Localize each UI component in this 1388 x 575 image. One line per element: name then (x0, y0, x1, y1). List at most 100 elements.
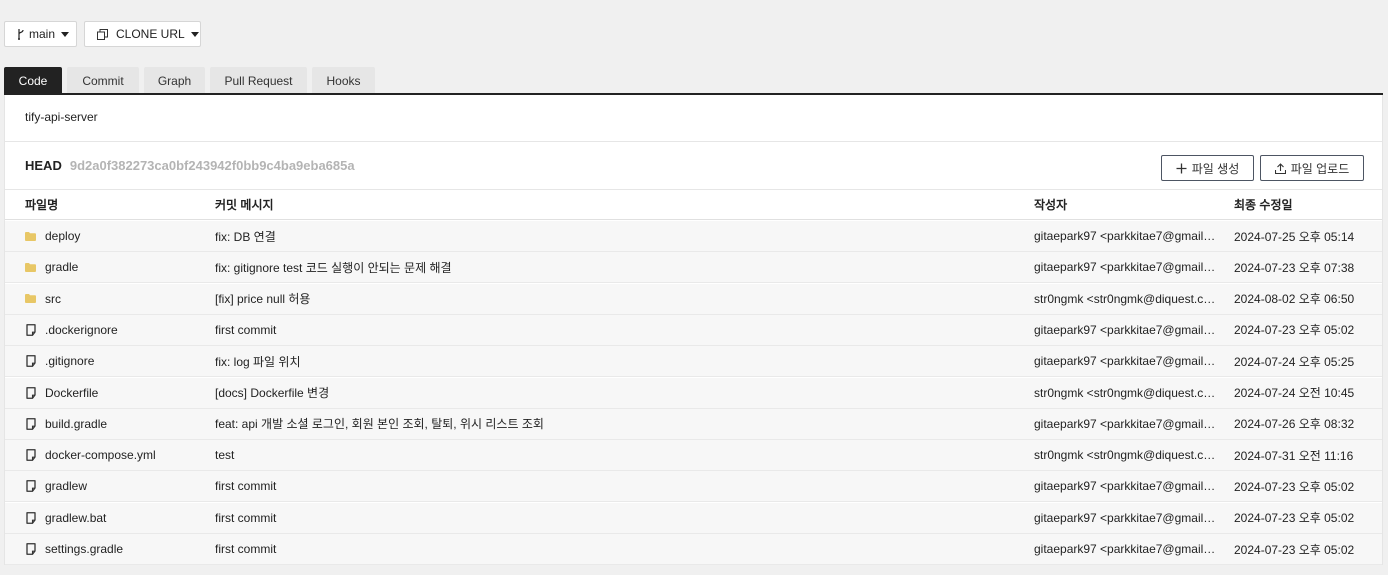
folder-icon (25, 231, 36, 241)
file-icon (25, 449, 36, 461)
toolbar: main CLONE URL (4, 21, 201, 47)
tab-hooks[interactable]: Hooks (312, 67, 375, 94)
commit-message: [docs] Dockerfile 변경 (215, 386, 330, 400)
column-header-author: 작성자 (1034, 198, 1068, 212)
copy-icon (97, 28, 108, 40)
file-name-link[interactable]: gradlew (45, 479, 87, 493)
commit-message: fix: log 파일 위치 (215, 354, 301, 369)
modified-date: 2024-07-23 오후 05:02 (1234, 479, 1355, 494)
modified-date: 2024-07-31 오전 11:16 (1234, 448, 1354, 463)
table-row[interactable]: .dockerignore first commit gitaepark97 <pa… (5, 314, 1382, 346)
table-row[interactable]: deploy fix: DB 연결 gitaepark97 <parkkitae7@… (5, 221, 1382, 252)
table-row[interactable]: gradlew first commit gitaepark97 <parkkita… (5, 471, 1382, 503)
file-icon (25, 355, 36, 368)
create-file-label: 파일 생성 (1191, 161, 1240, 176)
file-name-cell[interactable]: gradlew (25, 479, 205, 493)
create-file-button[interactable]: 파일 생성 (1161, 155, 1254, 181)
table-header: 파일명 커밋 메시지 작성자 최종 수정일 (5, 190, 1382, 220)
modified-date: 2024-07-23 오후 05:02 (1234, 323, 1355, 338)
tab-code[interactable]: Code (4, 67, 62, 94)
folder-icon (25, 294, 36, 304)
file-name-link[interactable]: gradlew.bat (45, 511, 106, 525)
file-name-cell[interactable]: gradlew.bat (25, 511, 205, 525)
file-name-link[interactable]: deploy (45, 229, 80, 243)
table-row[interactable]: build.gradle feat: api 개발 소셜 로그인, 회원 본인 조… (5, 408, 1382, 440)
upload-file-label: 파일 업로드 (1290, 161, 1350, 176)
file-name-cell[interactable]: deploy (25, 229, 205, 243)
table-row[interactable]: .gitignore fix: log 파일 위치 gitaepark97 <par… (5, 346, 1382, 378)
commit-message: first commit (215, 510, 277, 525)
table-row[interactable]: Dockerfile [docs] Dockerfile 변경 str0ngmk <… (5, 377, 1382, 409)
author: gitaepark97 <parkkitae7@gmail.com> (1034, 510, 1216, 525)
file-icon (25, 417, 36, 430)
file-name-link[interactable]: .gitignore (45, 354, 94, 368)
chevron-down-icon (190, 31, 199, 37)
code-panel: tify-api-server HEAD 9d2a0f382273ca0bf24… (4, 95, 1383, 565)
tab-commit[interactable]: Commit (67, 67, 139, 94)
file-name-cell[interactable]: src (25, 292, 205, 306)
modified-date: 2024-07-24 오전 10:45 (1234, 386, 1355, 400)
modified-date: 2024-07-23 오후 05:02 (1234, 542, 1355, 557)
commit-message: feat: api 개발 소셜 로그인, 회원 본인 조회, 탈퇴, 위시 리스… (215, 417, 544, 432)
modified-date: 2024-08-02 오후 06:50 (1234, 292, 1355, 307)
file-name-cell[interactable]: Dockerfile (25, 386, 205, 400)
author: gitaepark97 <parkkitae7@gmail.com> (1034, 354, 1216, 369)
commit-message: first commit (215, 322, 277, 337)
file-icon (25, 543, 36, 555)
modified-date: 2024-07-24 오후 05:25 (1234, 354, 1355, 369)
modified-date: 2024-07-25 오후 05:14 (1234, 229, 1355, 244)
file-icon (25, 511, 36, 524)
file-name-cell[interactable]: docker-compose.yml (25, 448, 205, 462)
tab-bar: Code Commit Graph Pull Request Hooks (4, 67, 375, 94)
file-name-link[interactable]: src (45, 292, 61, 306)
tab-pull-request[interactable]: Pull Request (210, 67, 307, 94)
author: str0ngmk <str0ngmk@diquest.com> (1034, 291, 1216, 306)
commit-message: test (215, 448, 235, 463)
commit-message: first commit (215, 542, 277, 556)
branch-label: main (29, 27, 56, 41)
head-info: HEAD 9d2a0f382273ca0bf243942f0bb9c4ba9eb… (25, 158, 355, 173)
file-name-link[interactable]: gradle (45, 260, 78, 274)
table-row[interactable]: gradlew.bat first commit gitaepark97 <park… (5, 502, 1382, 534)
file-name-link[interactable]: Dockerfile (45, 386, 98, 400)
file-name-cell[interactable]: build.gradle (25, 417, 205, 431)
commit-message: fix: DB 연결 (215, 229, 276, 244)
file-name-link[interactable]: settings.gradle (45, 542, 123, 556)
file-name-cell[interactable]: gradle (25, 260, 205, 274)
divider (5, 141, 1382, 142)
tab-graph[interactable]: Graph (144, 67, 205, 94)
chevron-down-icon (61, 31, 70, 37)
table-row[interactable]: src [fix] price null 허용 str0ngmk <str0ngmk… (5, 283, 1382, 315)
clone-url-dropdown[interactable]: CLONE URL (84, 21, 201, 47)
commit-message: [fix] price null 허용 (215, 292, 311, 307)
table-row[interactable]: gradle fix: gitignore test 코드 실행이 안되는 문제 … (5, 252, 1382, 284)
repo-name: tify-api-server (25, 110, 98, 124)
branch-dropdown[interactable]: main (4, 21, 77, 47)
plus-icon (1176, 163, 1187, 174)
column-header-date: 최종 수정일 (1234, 198, 1293, 212)
clone-url-label: CLONE URL (116, 27, 185, 41)
author: gitaepark97 <parkkitae7@gmail.com> (1034, 416, 1216, 431)
modified-date: 2024-07-23 오후 07:38 (1234, 260, 1355, 275)
head-hash[interactable]: 9d2a0f382273ca0bf243942f0bb9c4ba9eba685a (70, 158, 355, 173)
table-row[interactable]: docker-compose.yml test str0ngmk <str0ngmk… (5, 440, 1382, 472)
file-icon (25, 386, 36, 399)
file-name-link[interactable]: docker-compose.yml (45, 448, 156, 462)
upload-icon (1274, 162, 1286, 174)
author: str0ngmk <str0ngmk@diquest.com> (1034, 385, 1216, 400)
modified-date: 2024-07-26 오후 08:32 (1234, 417, 1355, 432)
table-row[interactable]: settings.gradle first commit gitaepark97 <… (5, 534, 1382, 565)
file-name-cell[interactable]: .dockerignore (25, 323, 205, 337)
file-name-cell[interactable]: .gitignore (25, 354, 205, 368)
author: str0ngmk <str0ngmk@diquest.com> (1034, 448, 1216, 463)
file-name-link[interactable]: .dockerignore (45, 323, 118, 337)
folder-icon (25, 262, 36, 272)
branch-icon (17, 28, 25, 40)
commit-message: first commit (215, 479, 277, 494)
commit-message: fix: gitignore test 코드 실행이 안되는 문제 해결 (215, 260, 452, 275)
column-header-name: 파일명 (25, 198, 59, 212)
file-name-link[interactable]: build.gradle (45, 417, 107, 431)
column-header-message: 커밋 메시지 (215, 198, 274, 212)
upload-file-button[interactable]: 파일 업로드 (1260, 155, 1364, 181)
file-name-cell[interactable]: settings.gradle (25, 542, 205, 556)
